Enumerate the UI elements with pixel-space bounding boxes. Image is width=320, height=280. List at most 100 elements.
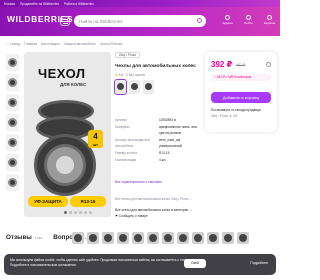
login-label: Войти [244, 21, 253, 25]
spec-value[interactable]: 11952893 ⧉ [159, 118, 203, 125]
breadcrumb-item[interactable]: Защита автомобиля [64, 42, 96, 46]
cart-label: Корзина [263, 21, 276, 25]
product-title: Чехлы для автомобильных колес [115, 64, 196, 69]
favorite-icon[interactable] [266, 62, 271, 67]
top-info-bar: Москва Продавайте на Wildberries Работа … [0, 0, 280, 7]
main-product-image[interactable]: ЧЕХОЛ ДЛЯ КОЛЕС 4 ШТ УФ-ЗАЩИТА R13-15 [24, 52, 111, 217]
variant-option[interactable] [114, 79, 127, 95]
wallet-price[interactable]: ○ 442 ₽ с WB Кошельком [211, 74, 271, 81]
brand-products-link[interactable]: Все чехлы для автомобильных колес Zleq /… [115, 197, 205, 203]
spec-row: ция на резинке [115, 131, 203, 138]
quantity-unit: ШТ [93, 143, 98, 147]
spec-table: Артикул 11952893 ⧉ Материал армированная т… [115, 118, 203, 164]
quantity-number: 4 [93, 132, 98, 141]
spec-row: Автомобиль универсальный [115, 144, 203, 151]
spec-key: Автомобиль [115, 144, 134, 149]
all-specs-link[interactable]: Все характеристики и описание [115, 180, 162, 184]
back-link[interactable]: ← Назад [6, 42, 20, 46]
wheel-rim [44, 144, 86, 186]
gallery-thumb[interactable] [6, 134, 19, 151]
menu-icon [63, 19, 68, 20]
gallery-dots [64, 211, 92, 214]
cookie-banner: Мы используем файлы cookie, чтобы сделат… [4, 254, 276, 275]
cart-icon [267, 15, 272, 20]
cookie-more-button[interactable]: Подробнее [250, 259, 268, 268]
search-input[interactable]: Найти на Wildberries [74, 15, 206, 27]
review-photo[interactable] [162, 232, 174, 244]
cart-button[interactable]: Корзина [263, 15, 276, 25]
review-photo[interactable] [87, 232, 99, 244]
variant-option[interactable] [143, 80, 154, 94]
gallery-dot[interactable] [79, 211, 82, 214]
breadcrumb-item[interactable]: Автотовары [41, 42, 60, 46]
breadcrumb-item[interactable]: Чехлы/Пленки [100, 42, 123, 46]
seller-info[interactable]: Zleq / Photo ★ 4.8 [211, 114, 237, 118]
price: 392 ₽ [211, 60, 233, 69]
rating-value: 4.8 [118, 73, 124, 77]
review-photo[interactable] [207, 232, 219, 244]
review-photo[interactable] [147, 232, 159, 244]
review-photo[interactable] [237, 232, 249, 244]
reviews-count: 4 663 [34, 236, 43, 240]
spec-value: универсальный [159, 144, 183, 149]
login-icon [246, 15, 251, 20]
gallery-dot[interactable] [89, 211, 92, 214]
gallery-dot[interactable] [84, 211, 87, 214]
gallery-dot[interactable] [74, 211, 77, 214]
review-photo[interactable] [192, 232, 204, 244]
spec-value: wnm_case_apl [159, 137, 181, 142]
report-link[interactable]: ⚑ Сообщить о товаре [115, 214, 148, 218]
gallery-thumb[interactable] [6, 74, 19, 91]
address-label: Адреса [222, 21, 233, 25]
reviews-tab[interactable]: Отзывы [6, 234, 32, 241]
jobs-link[interactable]: Работа в Wildberries [64, 2, 94, 6]
spec-key: Комплектация [115, 157, 137, 162]
header-actions: Адреса Войти Корзина [221, 15, 276, 25]
buy-panel: 392 ₽ 481 ₽ ○ 442 ₽ с WB Кошельком Добав… [205, 52, 277, 132]
menu-button[interactable] [60, 16, 70, 26]
cookie-text: Мы используем файлы cookie, чтобы сделат… [10, 258, 188, 267]
gallery-thumb[interactable] [6, 94, 19, 111]
gallery-thumbnails [6, 54, 20, 194]
location-link[interactable]: Москва [4, 2, 15, 6]
review-photo[interactable] [72, 232, 84, 244]
review-photo[interactable] [117, 232, 129, 244]
gallery-dot[interactable] [69, 211, 72, 214]
search-icon[interactable] [197, 18, 202, 23]
spec-value: R13-15 [159, 150, 170, 155]
spec-key: Размер колеса [115, 150, 137, 155]
star-icon: ★ [115, 73, 118, 77]
spec-row: Артикул 11952893 ⧉ [115, 118, 203, 125]
old-price: 481 ₽ [236, 63, 246, 67]
spec-key: Артикул [115, 118, 127, 122]
variant-option[interactable] [129, 80, 140, 94]
review-photo[interactable] [102, 232, 114, 244]
address-button[interactable]: Адреса [221, 15, 234, 25]
gallery-thumb[interactable] [6, 114, 19, 131]
address-icon [225, 15, 230, 20]
review-photo[interactable] [177, 232, 189, 244]
uv-badge: УФ-ЗАЩИТА [28, 196, 68, 207]
login-button[interactable]: Войти [242, 15, 255, 25]
review-photo[interactable] [222, 232, 234, 244]
add-to-cart-button[interactable]: Добавить в корзину [211, 92, 271, 103]
search-placeholder: Найти на Wildberries [79, 18, 123, 24]
gallery-dot[interactable] [64, 211, 67, 214]
quantity-badge: 4 ШТ [88, 130, 103, 148]
review-photo[interactable] [132, 232, 144, 244]
sell-link[interactable]: Продавайте на Wildberries [20, 2, 59, 6]
delivery-info: Послезавтра со склада продавца [211, 108, 261, 112]
gallery-thumb[interactable] [6, 154, 19, 171]
spec-row: Размер колеса R13-15 [115, 151, 203, 158]
spec-value: 4 шт. [159, 157, 167, 162]
header: WILDBERRIES Найти на Wildberries Адреса … [0, 7, 280, 36]
image-headline: ЧЕХОЛ [38, 66, 86, 81]
rating[interactable]: ★ 4.8 · 4 663 оценки [115, 73, 145, 77]
cookie-ok-button[interactable]: Окей [184, 259, 206, 268]
gallery-thumb[interactable] [6, 174, 19, 191]
category-link[interactable]: Все чехлы для автомобильных колес в кате… [115, 208, 192, 212]
brand-tag[interactable]: Zleq / Photo [115, 52, 141, 58]
gallery-thumb[interactable] [6, 54, 19, 71]
breadcrumb-item[interactable]: Главная [24, 42, 37, 46]
variant-selector [114, 79, 154, 95]
